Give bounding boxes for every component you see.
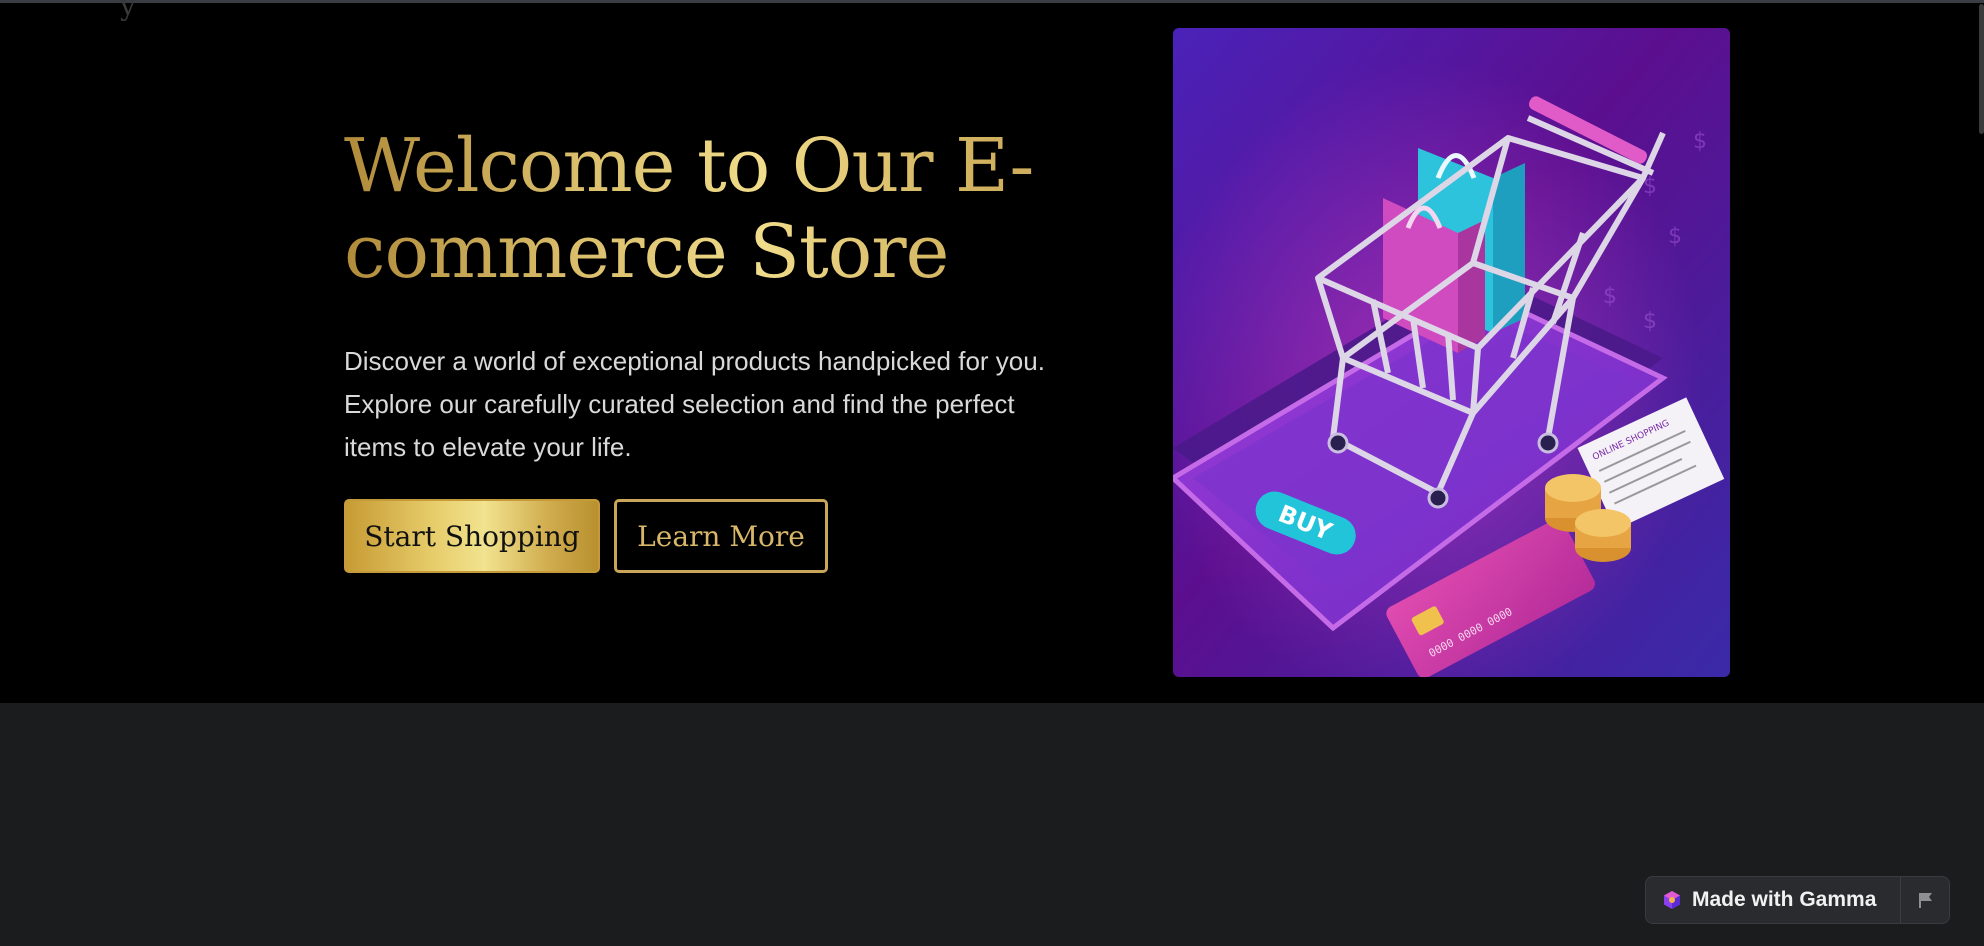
hero-description: Discover a world of exceptional products…: [344, 346, 1045, 462]
gamma-badge-link[interactable]: Made with Gamma: [1646, 877, 1901, 923]
svg-text:$: $: [1643, 174, 1657, 199]
made-with-gamma-badge[interactable]: Made with Gamma: [1645, 876, 1950, 924]
report-flag-button[interactable]: [1901, 877, 1949, 923]
hero-section: y Welcome to Our E-commerce Store Discov…: [0, 0, 1984, 703]
page-title: Welcome to Our E-commerce Store: [344, 123, 1104, 295]
shopping-cart-illustration: BUY 0000 0000 0000 ONLINE SHOPPING $ $ $…: [1173, 28, 1730, 677]
svg-text:$: $: [1668, 224, 1682, 249]
start-shopping-button[interactable]: Start Shopping: [344, 499, 600, 573]
svg-text:$: $: [1693, 129, 1707, 154]
decorative-glyph: y: [120, 0, 136, 22]
badge-label: Made with Gamma: [1692, 888, 1877, 911]
gamma-logo-icon: [1664, 891, 1680, 909]
svg-text:$: $: [1643, 309, 1657, 334]
scrollbar-thumb[interactable]: [1979, 4, 1984, 134]
flag-icon: [1919, 893, 1932, 908]
svg-text:$: $: [1603, 284, 1617, 309]
learn-more-button[interactable]: Learn More: [614, 499, 828, 573]
